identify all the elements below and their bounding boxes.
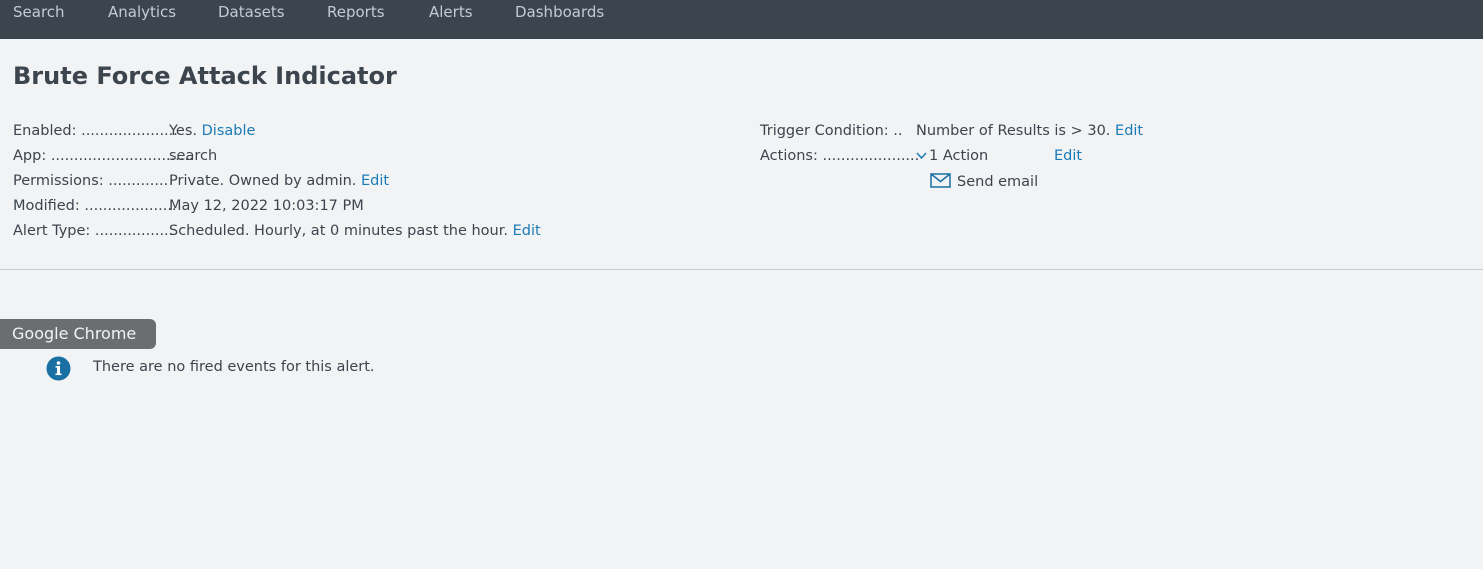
send-email-label: Send email — [957, 174, 1039, 190]
alert-type-edit-link[interactable]: Edit — [513, 223, 541, 239]
nav-analytics[interactable]: Analytics — [108, 3, 176, 21]
actions-edit-link[interactable]: Edit — [1054, 148, 1082, 164]
nav-search[interactable]: Search — [13, 3, 65, 21]
permissions-value: Private. Owned by admin. — [169, 173, 357, 189]
modified-value: May 12, 2022 10:03:17 PM — [169, 198, 364, 214]
nav-alerts[interactable]: Alerts — [429, 3, 473, 21]
nav-datasets[interactable]: Datasets — [218, 3, 285, 21]
chevron-down-icon — [916, 149, 927, 163]
permissions-row: Permissions: ............. Private. Owne… — [13, 173, 389, 189]
no-events-message: There are no fired events for this alert… — [93, 359, 375, 375]
action-item-send-email: Send email — [930, 173, 1038, 192]
enabled-value: Yes. — [169, 123, 198, 139]
app-label: App: ............................... — [13, 148, 194, 164]
trigger-value: Number of Results is > 30. — [916, 123, 1111, 139]
top-navbar: Search Analytics Datasets Reports Alerts… — [0, 0, 1483, 39]
trigger-row: Trigger Condition: .. Number of Results … — [760, 123, 1143, 139]
trigger-label: Trigger Condition: .. — [760, 123, 903, 139]
actions-label: Actions: ..................... — [760, 148, 920, 164]
modified-row: Modified: .................... May 12, 2… — [13, 198, 364, 214]
actions-value: 1 Action — [929, 148, 989, 164]
envelope-icon — [930, 173, 951, 192]
modified-label: Modified: .................... — [13, 198, 177, 214]
alert-type-row: Alert Type: ................. Scheduled.… — [13, 223, 541, 239]
info-icon — [46, 356, 71, 381]
app-tooltip: Google Chrome — [0, 319, 156, 349]
actions-row: Actions: ..................... 1 Action … — [760, 148, 1160, 164]
trigger-edit-link[interactable]: Edit — [1115, 123, 1143, 139]
alert-type-label: Alert Type: ................. — [13, 223, 174, 239]
nav-dashboards[interactable]: Dashboards — [515, 3, 604, 21]
app-row: App: ............................... sea… — [13, 148, 217, 164]
enabled-row: Enabled: ..................... Yes. Disa… — [13, 123, 255, 139]
section-divider — [0, 269, 1483, 270]
permissions-edit-link[interactable]: Edit — [361, 173, 389, 189]
app-value: search — [169, 148, 218, 164]
nav-reports[interactable]: Reports — [327, 3, 385, 21]
alert-type-value: Scheduled. Hourly, at 0 minutes past the… — [169, 223, 508, 239]
disable-link[interactable]: Disable — [202, 123, 256, 139]
actions-toggle[interactable]: 1 Action — [916, 148, 988, 164]
page-title: Brute Force Attack Indicator — [13, 62, 397, 90]
enabled-label: Enabled: ..................... — [13, 123, 178, 139]
permissions-label: Permissions: ............. — [13, 173, 169, 189]
